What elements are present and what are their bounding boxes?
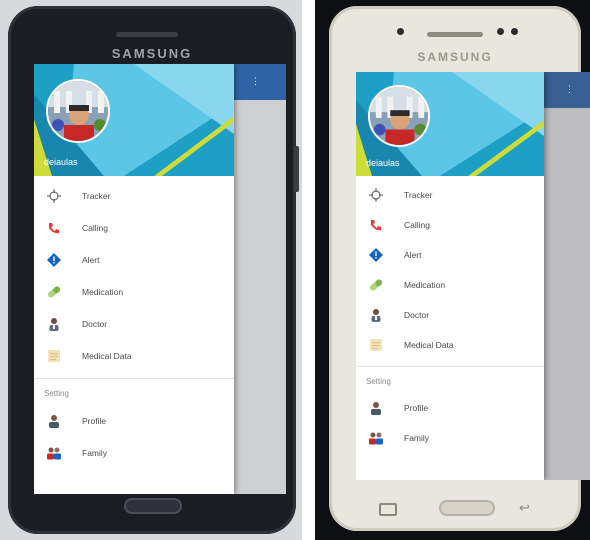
username-label: deiaulas	[366, 158, 400, 168]
menu-label: Medical Data	[404, 340, 454, 350]
drawer-header: deiaulas	[356, 72, 544, 176]
family-icon	[46, 445, 62, 461]
menu-label: Medication	[404, 280, 446, 290]
settings-section-header: Setting	[366, 377, 391, 386]
phone-body: SAMSUNG ↩ ⋮ deiaulas Tracker Calling Ale…	[329, 6, 590, 531]
menu-label: Tracker	[82, 191, 111, 201]
menu-item-doctor[interactable]: Doctor	[356, 300, 544, 330]
crosshair-icon	[368, 187, 384, 203]
menu-label: Calling	[404, 220, 430, 230]
home-button[interactable]	[124, 498, 182, 514]
phone-screen: ⋮ deiaulas Tracker Calling Alert Medicat…	[356, 72, 590, 480]
doctor-icon	[46, 316, 62, 332]
earpiece	[116, 32, 178, 37]
menu-item-calling[interactable]: Calling	[356, 210, 544, 240]
left-photo: SAMSUNG ⋮ deiaulas Tracker Calling Alert…	[0, 0, 302, 540]
divider	[34, 378, 234, 379]
medical-data-icon	[46, 348, 62, 364]
crosshair-icon	[46, 188, 62, 204]
phone-icon	[368, 217, 384, 233]
menu-item-alert[interactable]: Alert	[34, 244, 234, 276]
overflow-menu-icon[interactable]: ⋮	[251, 76, 260, 87]
menu-item-family[interactable]: Family	[34, 437, 234, 469]
earpiece	[427, 32, 483, 37]
navigation-drawer: deiaulas Tracker Calling Alert Medicatio…	[356, 72, 544, 480]
menu-item-doctor[interactable]: Doctor	[34, 308, 234, 340]
drawer-menu: Tracker Calling Alert Medication Doctor …	[356, 176, 544, 453]
profile-avatar[interactable]	[368, 85, 430, 147]
menu-item-medication[interactable]: Medication	[356, 270, 544, 300]
profile-icon	[46, 413, 62, 429]
alert-diamond-icon	[368, 247, 384, 263]
menu-item-alert[interactable]: Alert	[356, 240, 544, 270]
medical-data-icon	[368, 337, 384, 353]
menu-label: Doctor	[404, 310, 430, 320]
drawer-header: deiaulas	[34, 64, 234, 176]
settings-section-header: Setting	[44, 389, 69, 398]
menu-item-medication[interactable]: Medication	[34, 276, 234, 308]
app-bar-behind	[234, 64, 286, 100]
right-photo: SAMSUNG ↩ ⋮ deiaulas Tracker Calling Ale…	[315, 0, 590, 540]
divider	[356, 366, 544, 367]
menu-label: Alert	[404, 250, 422, 260]
proximity-sensor	[397, 28, 404, 35]
brand-logo: SAMSUNG	[111, 46, 193, 61]
menu-item-tracker[interactable]: Tracker	[356, 180, 544, 210]
family-icon	[368, 430, 384, 446]
back-key-icon[interactable]: ↩	[519, 500, 530, 516]
sensor-dot	[511, 28, 518, 35]
menu-label: Medication	[82, 287, 124, 297]
menu-item-calling[interactable]: Calling	[34, 212, 234, 244]
pill-icon	[368, 277, 384, 293]
menu-label: Family	[82, 448, 108, 458]
alert-diamond-icon	[46, 252, 62, 268]
profile-avatar[interactable]	[46, 79, 110, 143]
pill-icon	[46, 284, 62, 300]
phone-body: SAMSUNG ⋮ deiaulas Tracker Calling Alert…	[8, 6, 299, 534]
recent-apps-key[interactable]	[379, 503, 397, 516]
menu-item-profile[interactable]: Profile	[356, 393, 544, 423]
menu-label: Profile	[404, 403, 429, 413]
menu-label: Medical Data	[82, 351, 132, 361]
menu-label: Doctor	[82, 319, 108, 329]
power-button	[294, 146, 299, 192]
phone-icon	[46, 220, 62, 236]
menu-label: Profile	[82, 416, 107, 426]
menu-item-tracker[interactable]: Tracker	[34, 180, 234, 212]
phone-screen: ⋮ deiaulas Tracker Calling Alert Medicat…	[34, 64, 286, 494]
drawer-menu: Tracker Calling Alert Medication Doctor …	[34, 176, 234, 469]
username-label: deiaulas	[44, 157, 78, 167]
menu-item-medical-data[interactable]: Medical Data	[34, 340, 234, 372]
navigation-drawer: deiaulas Tracker Calling Alert Medicatio…	[34, 64, 234, 494]
menu-item-family[interactable]: Family	[356, 423, 544, 453]
home-button[interactable]	[439, 500, 495, 516]
menu-label: Family	[404, 433, 430, 443]
front-camera	[497, 28, 504, 35]
brand-logo: SAMSUNG	[417, 50, 493, 64]
menu-label: Calling	[82, 223, 108, 233]
doctor-icon	[368, 307, 384, 323]
overflow-menu-icon[interactable]: ⋮	[565, 84, 574, 95]
menu-label: Tracker	[404, 190, 433, 200]
menu-label: Alert	[82, 255, 100, 265]
menu-item-medical-data[interactable]: Medical Data	[356, 330, 544, 360]
profile-icon	[368, 400, 384, 416]
menu-item-profile[interactable]: Profile	[34, 405, 234, 437]
